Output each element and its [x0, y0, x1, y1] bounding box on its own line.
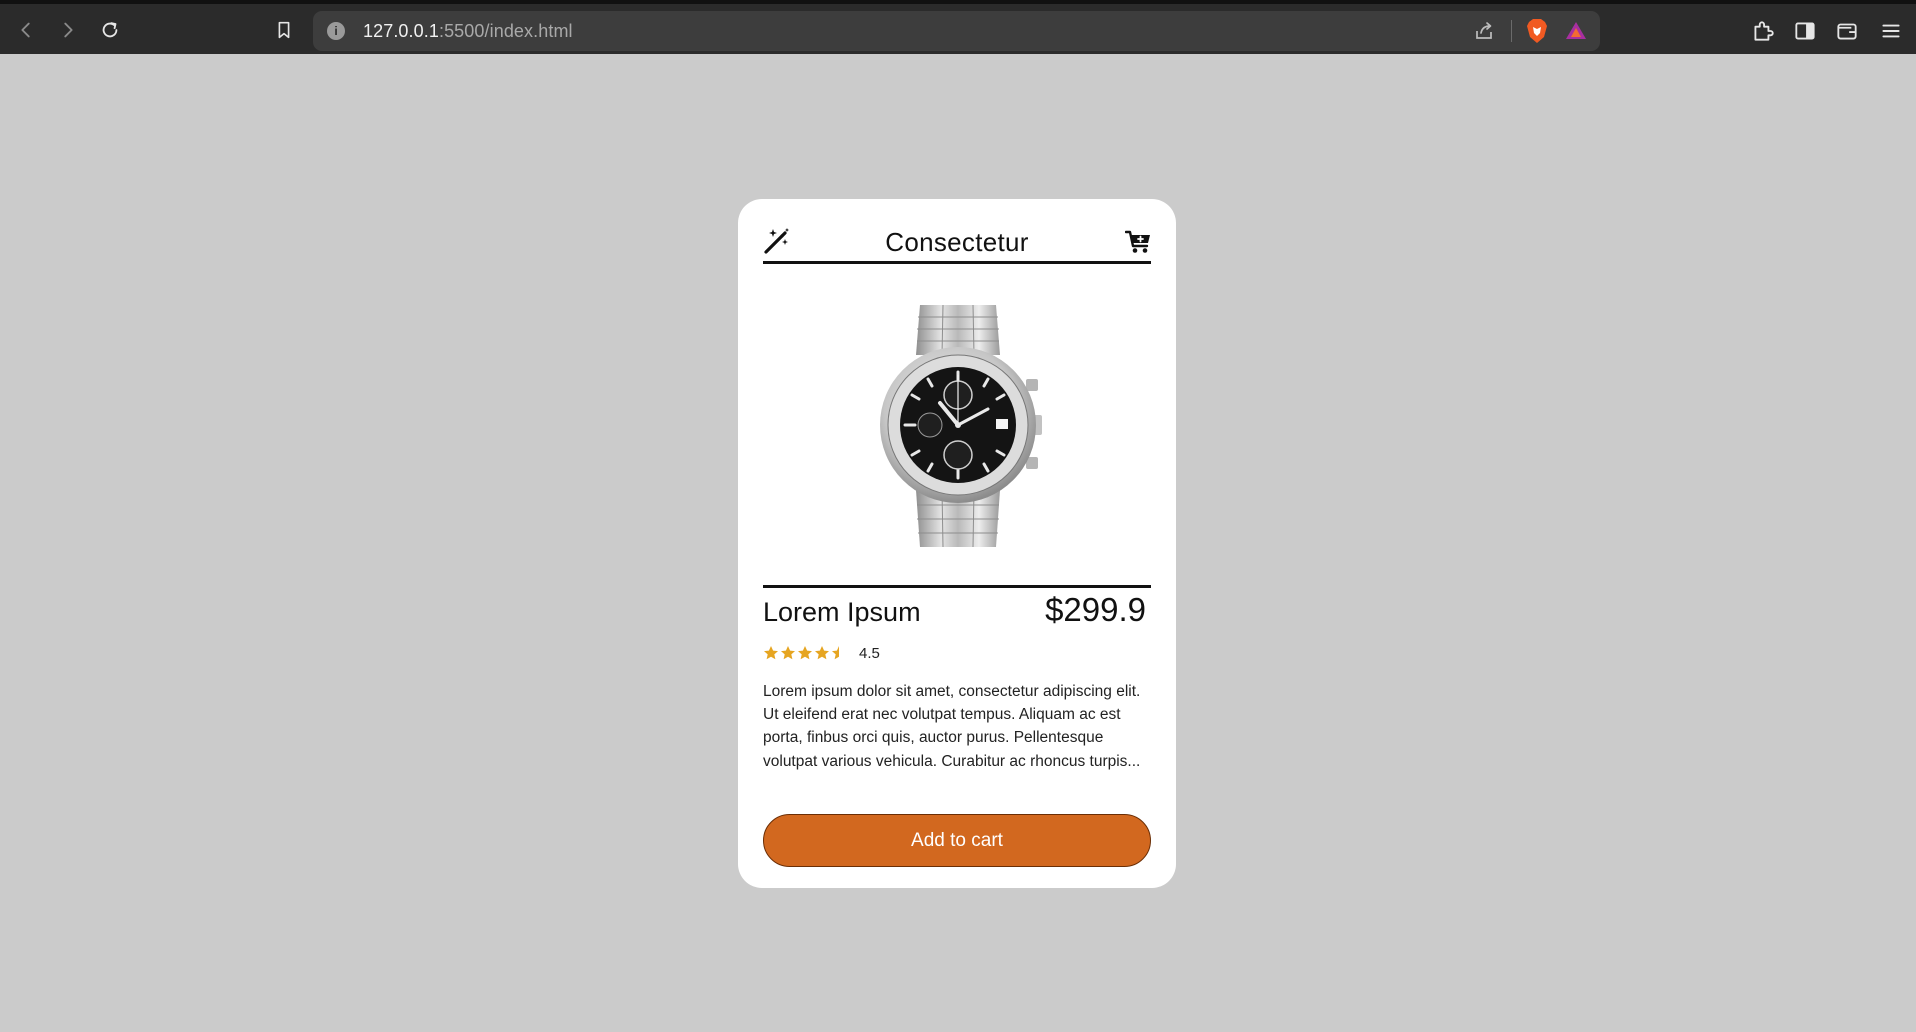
site-info-icon[interactable]: i: [327, 22, 345, 40]
url-text[interactable]: 127.0.0.1:5500/index.html: [363, 21, 573, 42]
wallet-icon[interactable]: [1834, 18, 1860, 44]
reload-icon: [102, 22, 118, 38]
forward-button[interactable]: [52, 14, 84, 46]
brave-shields-icon[interactable]: [1526, 18, 1548, 44]
product-card: Consectetur Lorem Ipsum $299.9 4.5 Lorem…: [738, 199, 1176, 888]
add-to-cart-button[interactable]: Add to cart: [763, 814, 1151, 867]
forward-icon: [64, 22, 73, 38]
extensions-icon[interactable]: [1750, 18, 1776, 44]
watch-image: [880, 304, 1042, 548]
star-icon: [764, 646, 778, 660]
sidebar-icon[interactable]: [1792, 18, 1818, 44]
product-price: $299.9: [1045, 591, 1146, 628]
toolbar-divider: [1511, 20, 1512, 42]
rating: 4.5: [763, 643, 880, 663]
product-description: Lorem ipsum dolor sit amet, consectetur …: [763, 683, 1141, 770]
rating-stars: [763, 645, 847, 661]
card-header: Consectetur: [763, 225, 1151, 264]
back-icon: [21, 22, 30, 38]
menu-icon[interactable]: [1878, 18, 1904, 44]
bookmark-button[interactable]: [268, 14, 300, 46]
bookmark-icon: [278, 21, 290, 39]
product-name: Lorem Ipsum: [763, 597, 921, 627]
reload-button[interactable]: [94, 14, 126, 46]
info-divider: [763, 585, 1151, 588]
url-path: :5500/index.html: [438, 21, 573, 41]
star-icon: [798, 646, 812, 660]
share-icon[interactable]: [1472, 19, 1496, 43]
rating-value: 4.5: [859, 644, 880, 662]
add-cart-icon[interactable]: [1125, 229, 1151, 255]
card-title: Consectetur: [885, 227, 1029, 257]
brave-rewards-icon[interactable]: [1564, 19, 1588, 43]
star-icon: [815, 646, 829, 660]
back-button[interactable]: [10, 14, 42, 46]
star-icon: [781, 646, 795, 660]
browser-toolbar: i 127.0.0.1:5500/index.html: [0, 0, 1916, 54]
half-star-icon: [832, 646, 839, 660]
url-host: 127.0.0.1: [363, 21, 439, 41]
address-bar[interactable]: i 127.0.0.1:5500/index.html: [313, 11, 1600, 51]
